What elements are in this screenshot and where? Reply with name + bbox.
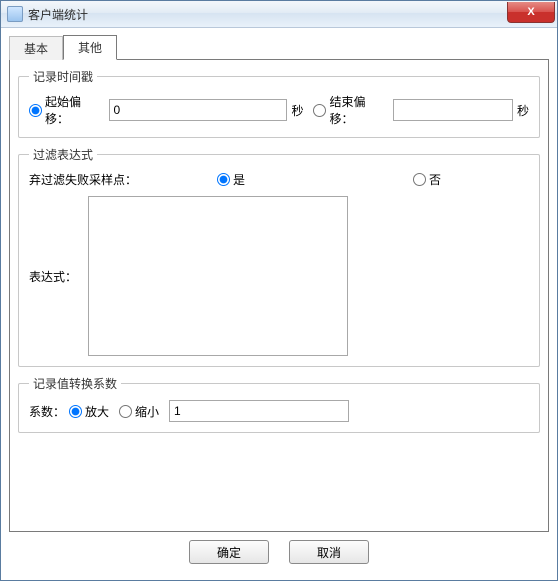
discard-yes-radio[interactable]: 是 [217, 171, 245, 188]
start-offset-radio[interactable]: 起始偏移： [29, 93, 105, 127]
group-coefficient-legend: 记录值转换系数 [29, 375, 121, 392]
coeff-enlarge-radio-input[interactable] [69, 405, 82, 418]
discard-no-radio-input[interactable] [413, 173, 426, 186]
discard-yes-label: 是 [233, 171, 245, 188]
coeff-enlarge-radio[interactable]: 放大 [69, 403, 109, 420]
coeff-shrink-radio-input[interactable] [119, 405, 132, 418]
expression-textarea[interactable] [88, 196, 348, 356]
footer: 确定 取消 [9, 532, 549, 572]
discard-row: 弃过滤失败采样点： 是 否 [29, 171, 529, 188]
coeff-enlarge-label: 放大 [85, 403, 109, 420]
coeff-shrink-radio[interactable]: 缩小 [119, 403, 159, 420]
coefficient-input[interactable] [169, 400, 349, 422]
window: 客户端统计 X 基本 其他 记录时间戳 起始偏移： [0, 0, 558, 581]
ok-button[interactable]: 确定 [189, 540, 269, 564]
end-offset-radio-input[interactable] [313, 104, 326, 117]
end-offset-radio[interactable]: 结束偏移： [313, 93, 389, 127]
expression-label: 表达式： [29, 268, 84, 285]
tab-other-label: 其他 [78, 41, 102, 55]
close-icon: X [527, 6, 534, 18]
tab-basic[interactable]: 基本 [9, 36, 63, 60]
app-icon [7, 6, 23, 22]
discard-no-radio[interactable]: 否 [413, 171, 441, 188]
start-offset-radio-input[interactable] [29, 104, 42, 117]
group-filter: 过滤表达式 弃过滤失败采样点： 是 否 表达式： [18, 146, 540, 367]
group-timestamp: 记录时间戳 起始偏移： 秒 结束偏移： 秒 [18, 68, 540, 138]
discard-no-label: 否 [429, 171, 441, 188]
titlebar: 客户端统计 X [1, 1, 557, 28]
timestamp-row: 起始偏移： 秒 结束偏移： 秒 [29, 93, 529, 127]
ok-button-label: 确定 [217, 546, 241, 560]
cancel-button[interactable]: 取消 [289, 540, 369, 564]
group-filter-legend: 过滤表达式 [29, 146, 97, 163]
end-offset-label: 结束偏移： [329, 93, 389, 127]
cancel-button-label: 取消 [317, 546, 341, 560]
discard-yes-radio-input[interactable] [217, 173, 230, 186]
tab-other[interactable]: 其他 [63, 35, 117, 60]
seconds-label-1: 秒 [291, 102, 303, 119]
expression-row: 表达式： [29, 196, 529, 356]
close-button[interactable]: X [507, 2, 555, 23]
start-offset-input[interactable] [109, 99, 288, 121]
body-area: 基本 其他 记录时间戳 起始偏移： 秒 结束偏移 [1, 28, 557, 580]
tab-panel-other: 记录时间戳 起始偏移： 秒 结束偏移： 秒 [9, 59, 549, 532]
start-offset-label: 起始偏移： [45, 93, 105, 127]
seconds-label-2: 秒 [517, 102, 529, 119]
spacer [18, 441, 540, 523]
discard-label: 弃过滤失败采样点： [29, 171, 144, 188]
window-title: 客户端统计 [28, 6, 507, 23]
end-offset-input[interactable] [393, 99, 513, 121]
coeff-shrink-label: 缩小 [135, 403, 159, 420]
group-timestamp-legend: 记录时间戳 [29, 68, 97, 85]
coefficient-label: 系数： [29, 403, 65, 420]
coefficient-row: 系数： 放大 缩小 [29, 400, 529, 422]
group-coefficient: 记录值转换系数 系数： 放大 缩小 [18, 375, 540, 433]
tab-bar: 基本 其他 [9, 34, 549, 59]
tab-basic-label: 基本 [24, 42, 48, 56]
